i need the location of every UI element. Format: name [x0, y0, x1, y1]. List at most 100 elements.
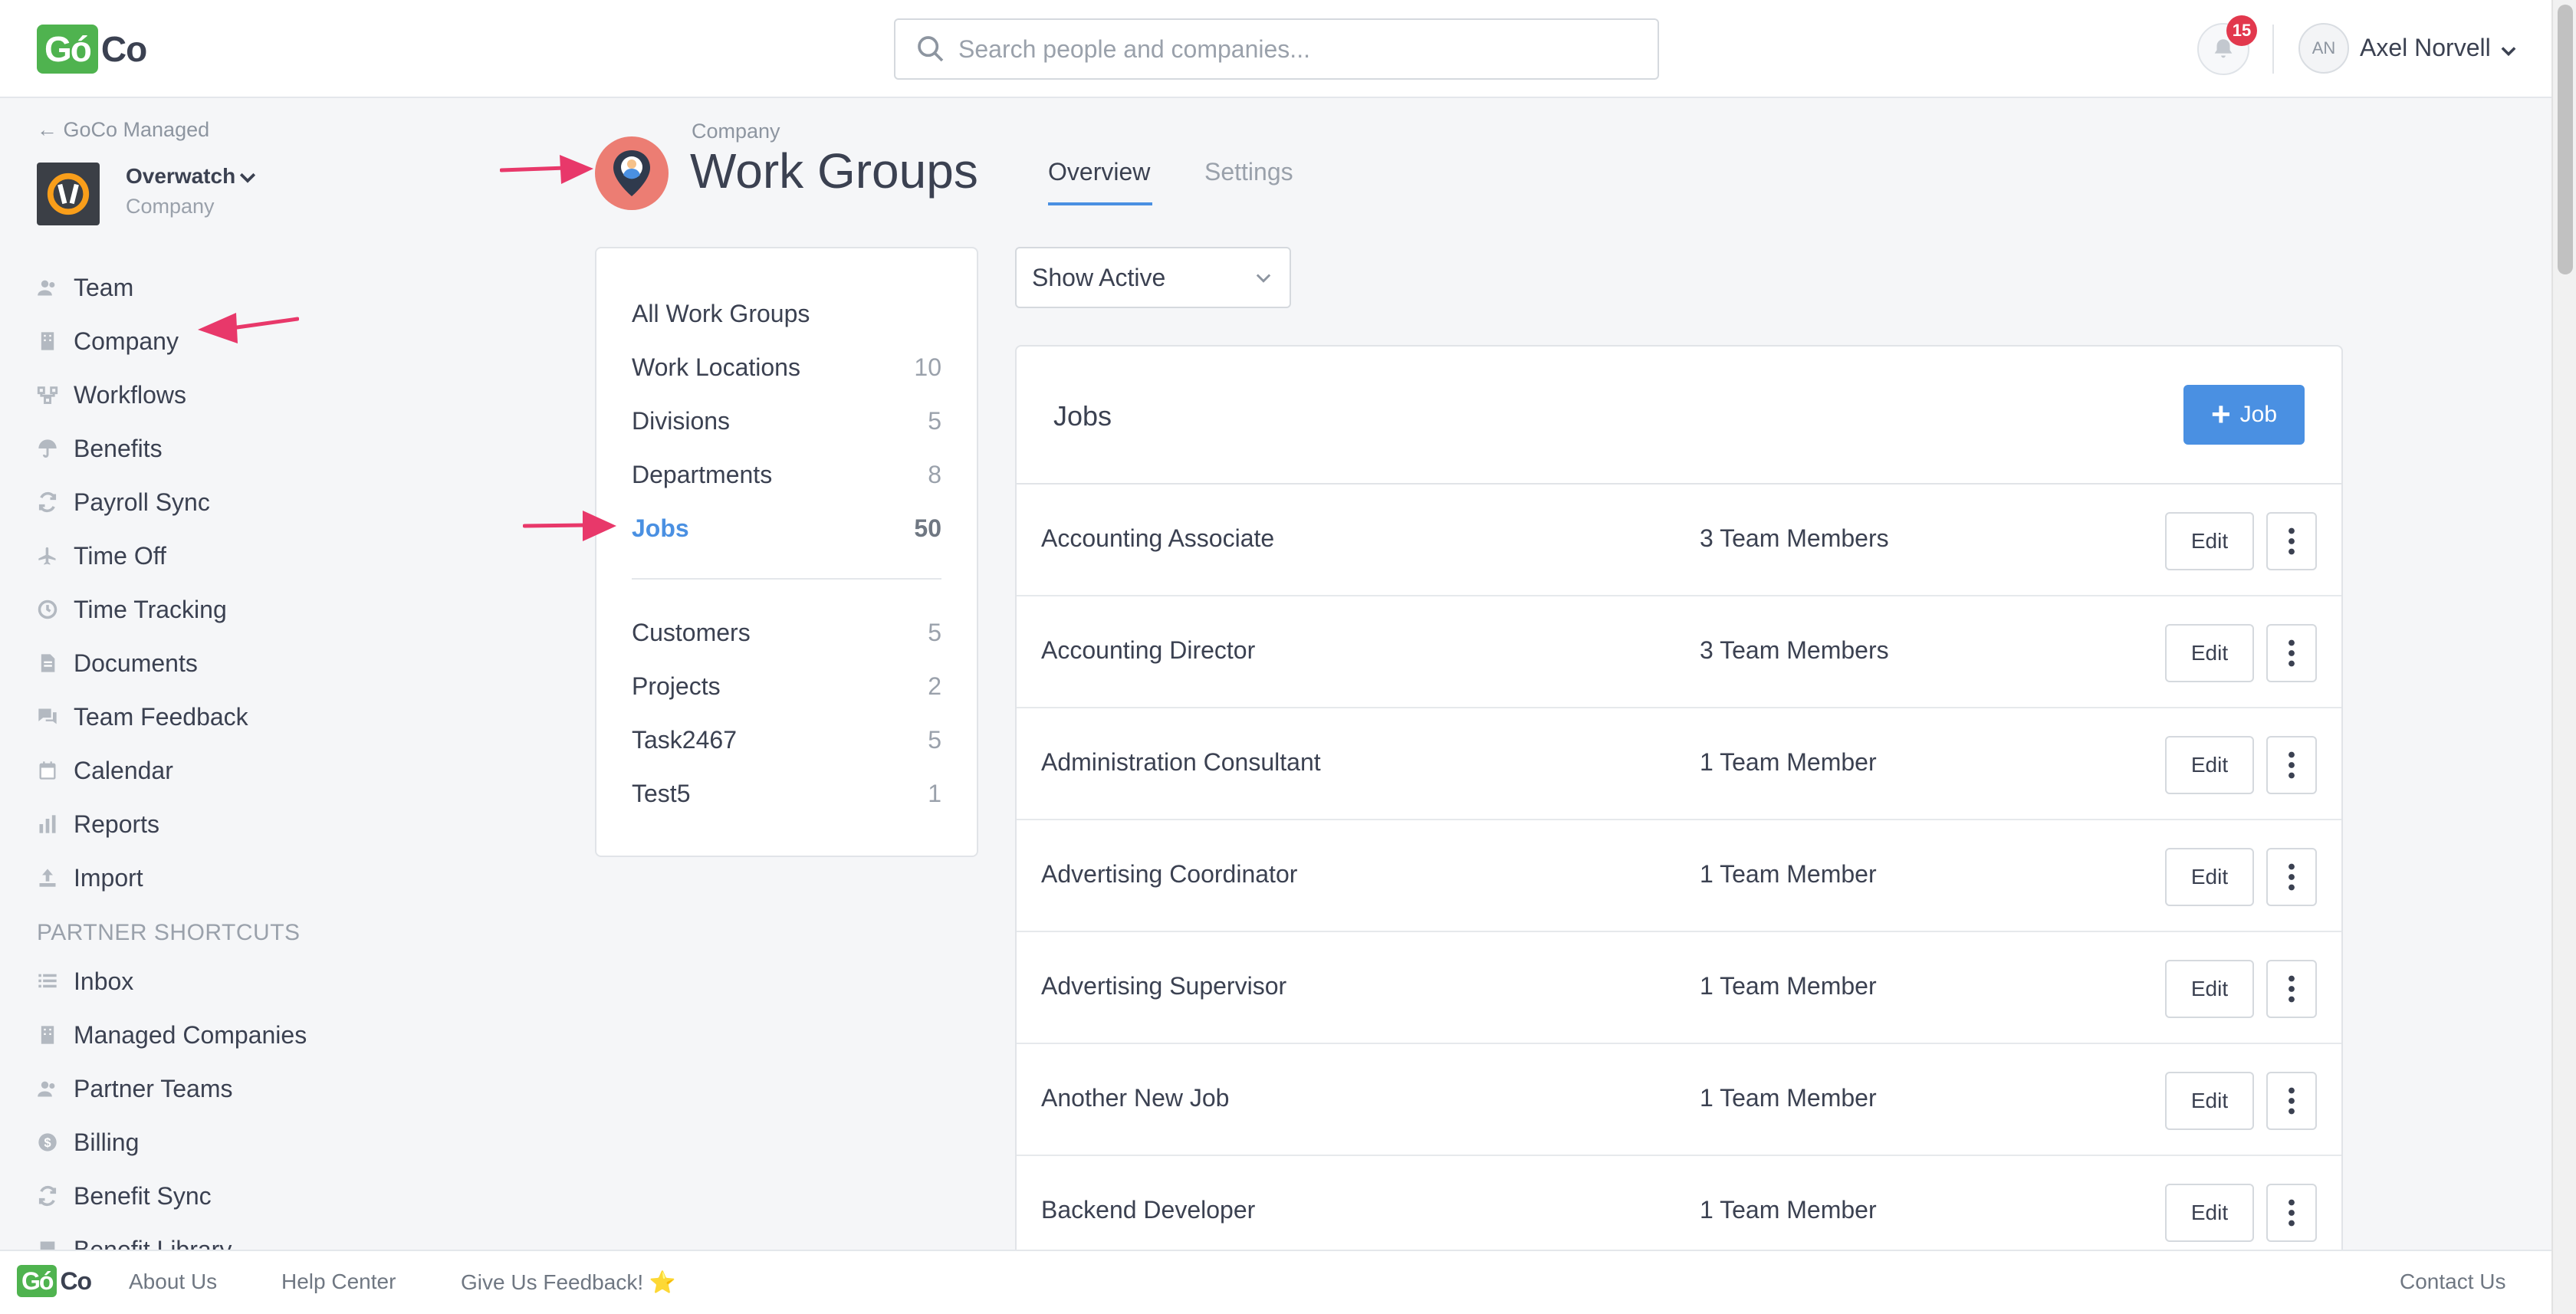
edit-button[interactable]: Edit [2165, 624, 2254, 682]
edit-button[interactable]: Edit [2165, 1184, 2254, 1242]
work-group-jobs[interactable]: Jobs 50 [632, 509, 941, 547]
annotation-arrow-icon [523, 511, 616, 541]
partner-shortcuts-nav: Inbox Managed Companies Partner Teams $ … [37, 954, 307, 1276]
table-row[interactable]: Advertising Coordinator 1 Team Member Ed… [1017, 820, 2341, 932]
sidebar-item-partner-teams[interactable]: Partner Teams [37, 1062, 307, 1115]
sidebar-item-managed-companies[interactable]: Managed Companies [37, 1008, 307, 1062]
more-options-button[interactable] [2266, 848, 2317, 906]
breadcrumb[interactable]: Company [692, 120, 780, 143]
avatar[interactable]: AN [2298, 23, 2349, 74]
edit-button[interactable]: Edit [2165, 736, 2254, 794]
more-options-button[interactable] [2266, 512, 2317, 570]
sidebar-item-label: Team [74, 273, 134, 301]
sidebar-item-payroll-sync[interactable]: Payroll Sync [37, 475, 248, 529]
footer-link-help-center[interactable]: Help Center [281, 1270, 396, 1294]
work-group-all[interactable]: All Work Groups [632, 294, 941, 333]
more-options-button[interactable] [2266, 736, 2317, 794]
work-group-divisions[interactable]: Divisions 5 [632, 402, 941, 440]
back-to-goco-managed-link[interactable]: ← GoCo Managed [37, 118, 209, 142]
sidebar-item-documents[interactable]: Documents [37, 636, 248, 690]
sidebar-item-calendar[interactable]: Calendar [37, 744, 248, 797]
company-logo[interactable] [37, 163, 100, 225]
status-filter-select[interactable]: Show Active [1015, 247, 1291, 308]
logo-co: Co [60, 1266, 92, 1295]
edit-button[interactable]: Edit [2165, 960, 2254, 1018]
edit-button[interactable]: Edit [2165, 1072, 2254, 1130]
footer: Gó Co About Us Help Center Give Us Feedb… [0, 1250, 2551, 1314]
add-job-button[interactable]: + Job [2183, 385, 2305, 445]
table-row[interactable]: Advertising Supervisor 1 Team Member Edi… [1017, 932, 2341, 1044]
goco-logo[interactable]: Gó Co [37, 23, 147, 75]
work-group-test5[interactable]: Test5 1 [632, 774, 941, 813]
page-scrollbar[interactable] [2551, 0, 2576, 1314]
search-input[interactable] [958, 34, 1633, 64]
work-group-label: Test5 [632, 779, 691, 807]
edit-button[interactable]: Edit [2165, 512, 2254, 570]
job-name: Administration Consultant [1041, 748, 1321, 776]
calendar-icon [37, 760, 58, 781]
table-row[interactable]: Accounting Associate 3 Team Members Edit [1017, 485, 2341, 596]
logo-go: Gó [17, 1265, 58, 1297]
tab-settings[interactable]: Settings [1204, 158, 1293, 186]
sidebar-item-label: Payroll Sync [74, 488, 210, 516]
more-options-button[interactable] [2266, 960, 2317, 1018]
work-group-work-locations[interactable]: Work Locations 10 [632, 348, 941, 386]
work-group-label: Work Locations [632, 353, 800, 381]
work-group-count: 2 [928, 672, 941, 700]
table-row[interactable]: Administration Consultant 1 Team Member … [1017, 708, 2341, 820]
work-group-label: Jobs [632, 514, 689, 542]
vertical-dots-icon [2288, 1199, 2295, 1227]
sidebar-item-benefits[interactable]: Benefits [37, 422, 248, 475]
work-group-label: All Work Groups [632, 299, 810, 327]
work-group-customers[interactable]: Customers 5 [632, 613, 941, 652]
sidebar-item-label: Documents [74, 649, 198, 677]
work-group-label: Task2467 [632, 725, 737, 754]
chat-icon [37, 706, 58, 728]
sidebar-item-workflows[interactable]: Workflows [37, 368, 248, 422]
vertical-dots-icon [2288, 863, 2295, 891]
chevron-down-icon[interactable] [236, 166, 259, 189]
work-group-task2467[interactable]: Task2467 5 [632, 721, 941, 759]
footer-link-about-us[interactable]: About Us [129, 1270, 217, 1294]
scrollbar-thumb[interactable] [2558, 5, 2573, 274]
vertical-dots-icon [2288, 527, 2295, 555]
user-name[interactable]: Axel Norvell [2360, 34, 2491, 62]
annotation-arrow-icon [500, 155, 593, 184]
edit-button[interactable]: Edit [2165, 848, 2254, 906]
team-icon [37, 277, 58, 298]
sidebar-item-reports[interactable]: Reports [37, 797, 248, 851]
sidebar-item-time-tracking[interactable]: Time Tracking [37, 583, 248, 636]
sidebar-item-team-feedback[interactable]: Team Feedback [37, 690, 248, 744]
chevron-down-icon [1256, 274, 1271, 283]
job-name: Accounting Associate [1041, 524, 1275, 552]
footer-link-feedback[interactable]: Give Us Feedback! ⭐ [461, 1270, 676, 1295]
search-box[interactable] [894, 18, 1659, 80]
table-row[interactable]: Accounting Director 3 Team Members Edit [1017, 596, 2341, 708]
vertical-dots-icon [2288, 639, 2295, 667]
sidebar-item-benefit-sync[interactable]: Benefit Sync [37, 1169, 307, 1223]
more-options-button[interactable] [2266, 1184, 2317, 1242]
sidebar-item-import[interactable]: Import [37, 851, 248, 905]
work-group-count: 8 [928, 460, 941, 488]
tab-overview[interactable]: Overview [1048, 158, 1150, 186]
more-options-button[interactable] [2266, 624, 2317, 682]
work-group-count: 10 [914, 353, 941, 381]
footer-goco-logo[interactable]: Gó Co [17, 1265, 92, 1297]
building-icon [37, 330, 58, 352]
sidebar-item-label: Managed Companies [74, 1020, 307, 1049]
sidebar-item-billing[interactable]: $ Billing [37, 1115, 307, 1169]
work-group-departments[interactable]: Departments 8 [632, 455, 941, 494]
footer-link-contact-us[interactable]: Contact Us [2400, 1270, 2506, 1294]
work-group-projects[interactable]: Projects 2 [632, 667, 941, 705]
company-name[interactable]: Overwatch [126, 164, 235, 189]
sidebar-item-inbox[interactable]: Inbox [37, 954, 307, 1008]
logo-co: Co [100, 29, 147, 69]
upload-icon [37, 867, 58, 889]
table-row[interactable]: Another New Job 1 Team Member Edit [1017, 1044, 2341, 1156]
more-options-button[interactable] [2266, 1072, 2317, 1130]
job-name: Advertising Supervisor [1041, 972, 1287, 1000]
chevron-down-icon[interactable] [2498, 40, 2519, 61]
sidebar-item-time-off[interactable]: Time Off [37, 529, 248, 583]
sidebar-item-team[interactable]: Team [37, 261, 248, 314]
job-member-count: 3 Team Members [1700, 636, 1889, 664]
